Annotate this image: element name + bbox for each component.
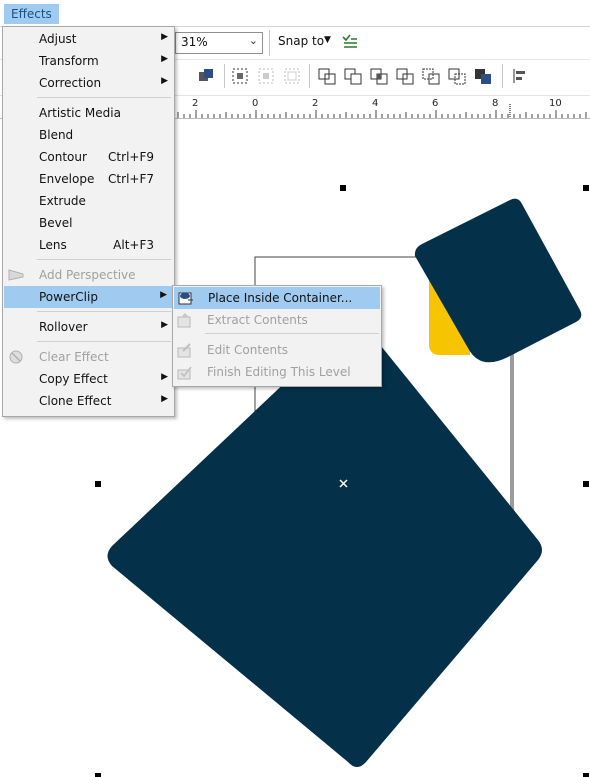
submenu-arrow-icon: ▶ — [161, 32, 168, 42]
menu-item-label: PowerClip — [39, 290, 98, 304]
submenu-arrow-icon: ▶ — [161, 54, 168, 64]
menu-item-clone-effect[interactable]: Clone Effect ▶ — [3, 390, 174, 412]
submenu-item-finish-editing[interactable]: Finish Editing This Level — [173, 361, 381, 383]
effects-menu: Adjust ▶ Transform ▶ Correction ▶ Artist… — [2, 26, 175, 417]
submenu-item-label: Finish Editing This Level — [207, 365, 351, 379]
menu-item-label: Rollover — [39, 320, 88, 334]
menu-item-shortcut: Ctrl+F9 — [108, 150, 154, 164]
menu-separator — [37, 341, 171, 342]
menu-item-correction[interactable]: Correction ▶ — [3, 72, 174, 94]
perspective-icon — [8, 269, 24, 281]
selection-handle[interactable] — [583, 481, 589, 487]
menu-item-label: Clear Effect — [39, 350, 109, 364]
menu-item-clear-effect[interactable]: Clear Effect — [3, 346, 174, 368]
selection-handle[interactable] — [95, 481, 101, 487]
submenu-arrow-icon: ▶ — [160, 290, 167, 300]
menu-item-label: Copy Effect — [39, 372, 108, 386]
submenu-arrow-icon: ▶ — [161, 372, 168, 382]
powerclip-submenu: Place Inside Container... Extract Conten… — [172, 285, 382, 387]
menu-separator — [37, 97, 171, 98]
menu-item-label: Blend — [39, 128, 74, 142]
menu-item-label: Lens — [39, 238, 67, 252]
submenu-item-place-inside-container[interactable]: Place Inside Container... — [174, 287, 380, 309]
menu-separator — [37, 311, 171, 312]
menu-separator — [205, 333, 379, 334]
selection-handle[interactable] — [583, 773, 589, 777]
menu-item-label: Add Perspective — [39, 268, 136, 282]
extract-contents-icon — [177, 313, 191, 328]
selection-handle[interactable] — [340, 185, 346, 191]
menu-item-label: Artistic Media — [39, 106, 121, 120]
menu-item-label: Bevel — [39, 216, 73, 230]
submenu-arrow-icon: ▶ — [161, 394, 168, 404]
submenu-arrow-icon: ▶ — [161, 320, 168, 330]
submenu-item-label: Edit Contents — [207, 343, 289, 357]
menu-item-shortcut: Alt+F3 — [113, 238, 154, 252]
menu-item-powerclip[interactable]: PowerClip ▶ — [4, 286, 173, 308]
menu-item-label: Transform — [39, 54, 99, 68]
menu-item-contour[interactable]: Contour Ctrl+F9 — [3, 146, 174, 168]
finish-editing-icon — [177, 366, 192, 380]
submenu-item-label: Extract Contents — [207, 313, 308, 327]
menu-item-extrude[interactable]: Extrude — [3, 190, 174, 212]
menu-item-transform[interactable]: Transform ▶ — [3, 50, 174, 72]
menu-item-lens[interactable]: Lens Alt+F3 — [3, 234, 174, 256]
menu-item-envelope[interactable]: Envelope Ctrl+F7 — [3, 168, 174, 190]
selection-handle[interactable] — [583, 185, 589, 191]
submenu-arrow-icon: ▶ — [161, 76, 168, 86]
menu-item-add-perspective[interactable]: Add Perspective — [3, 264, 174, 286]
menu-item-label: Contour — [39, 150, 87, 164]
menu-item-label: Adjust — [39, 32, 77, 46]
menu-item-rollover[interactable]: Rollover ▶ — [3, 316, 174, 338]
place-inside-container-icon — [178, 292, 193, 305]
menu-item-label: Correction — [39, 76, 102, 90]
edit-contents-icon — [177, 343, 191, 358]
clear-effect-icon — [9, 350, 23, 364]
submenu-item-edit-contents[interactable]: Edit Contents — [173, 339, 381, 361]
menu-item-label: Envelope — [39, 172, 95, 186]
menu-item-adjust[interactable]: Adjust ▶ — [3, 28, 174, 50]
submenu-item-label: Place Inside Container... — [208, 291, 353, 305]
submenu-item-extract-contents[interactable]: Extract Contents — [173, 309, 381, 331]
menu-item-label: Clone Effect — [39, 394, 112, 408]
menu-item-artistic-media[interactable]: Artistic Media — [3, 102, 174, 124]
menu-item-bevel[interactable]: Bevel — [3, 212, 174, 234]
menu-item-shortcut: Ctrl+F7 — [108, 172, 154, 186]
menu-separator — [37, 259, 171, 260]
selection-handle[interactable] — [95, 773, 101, 777]
menu-item-copy-effect[interactable]: Copy Effect ▶ — [3, 368, 174, 390]
menu-item-blend[interactable]: Blend — [3, 124, 174, 146]
menu-item-label: Extrude — [39, 194, 86, 208]
